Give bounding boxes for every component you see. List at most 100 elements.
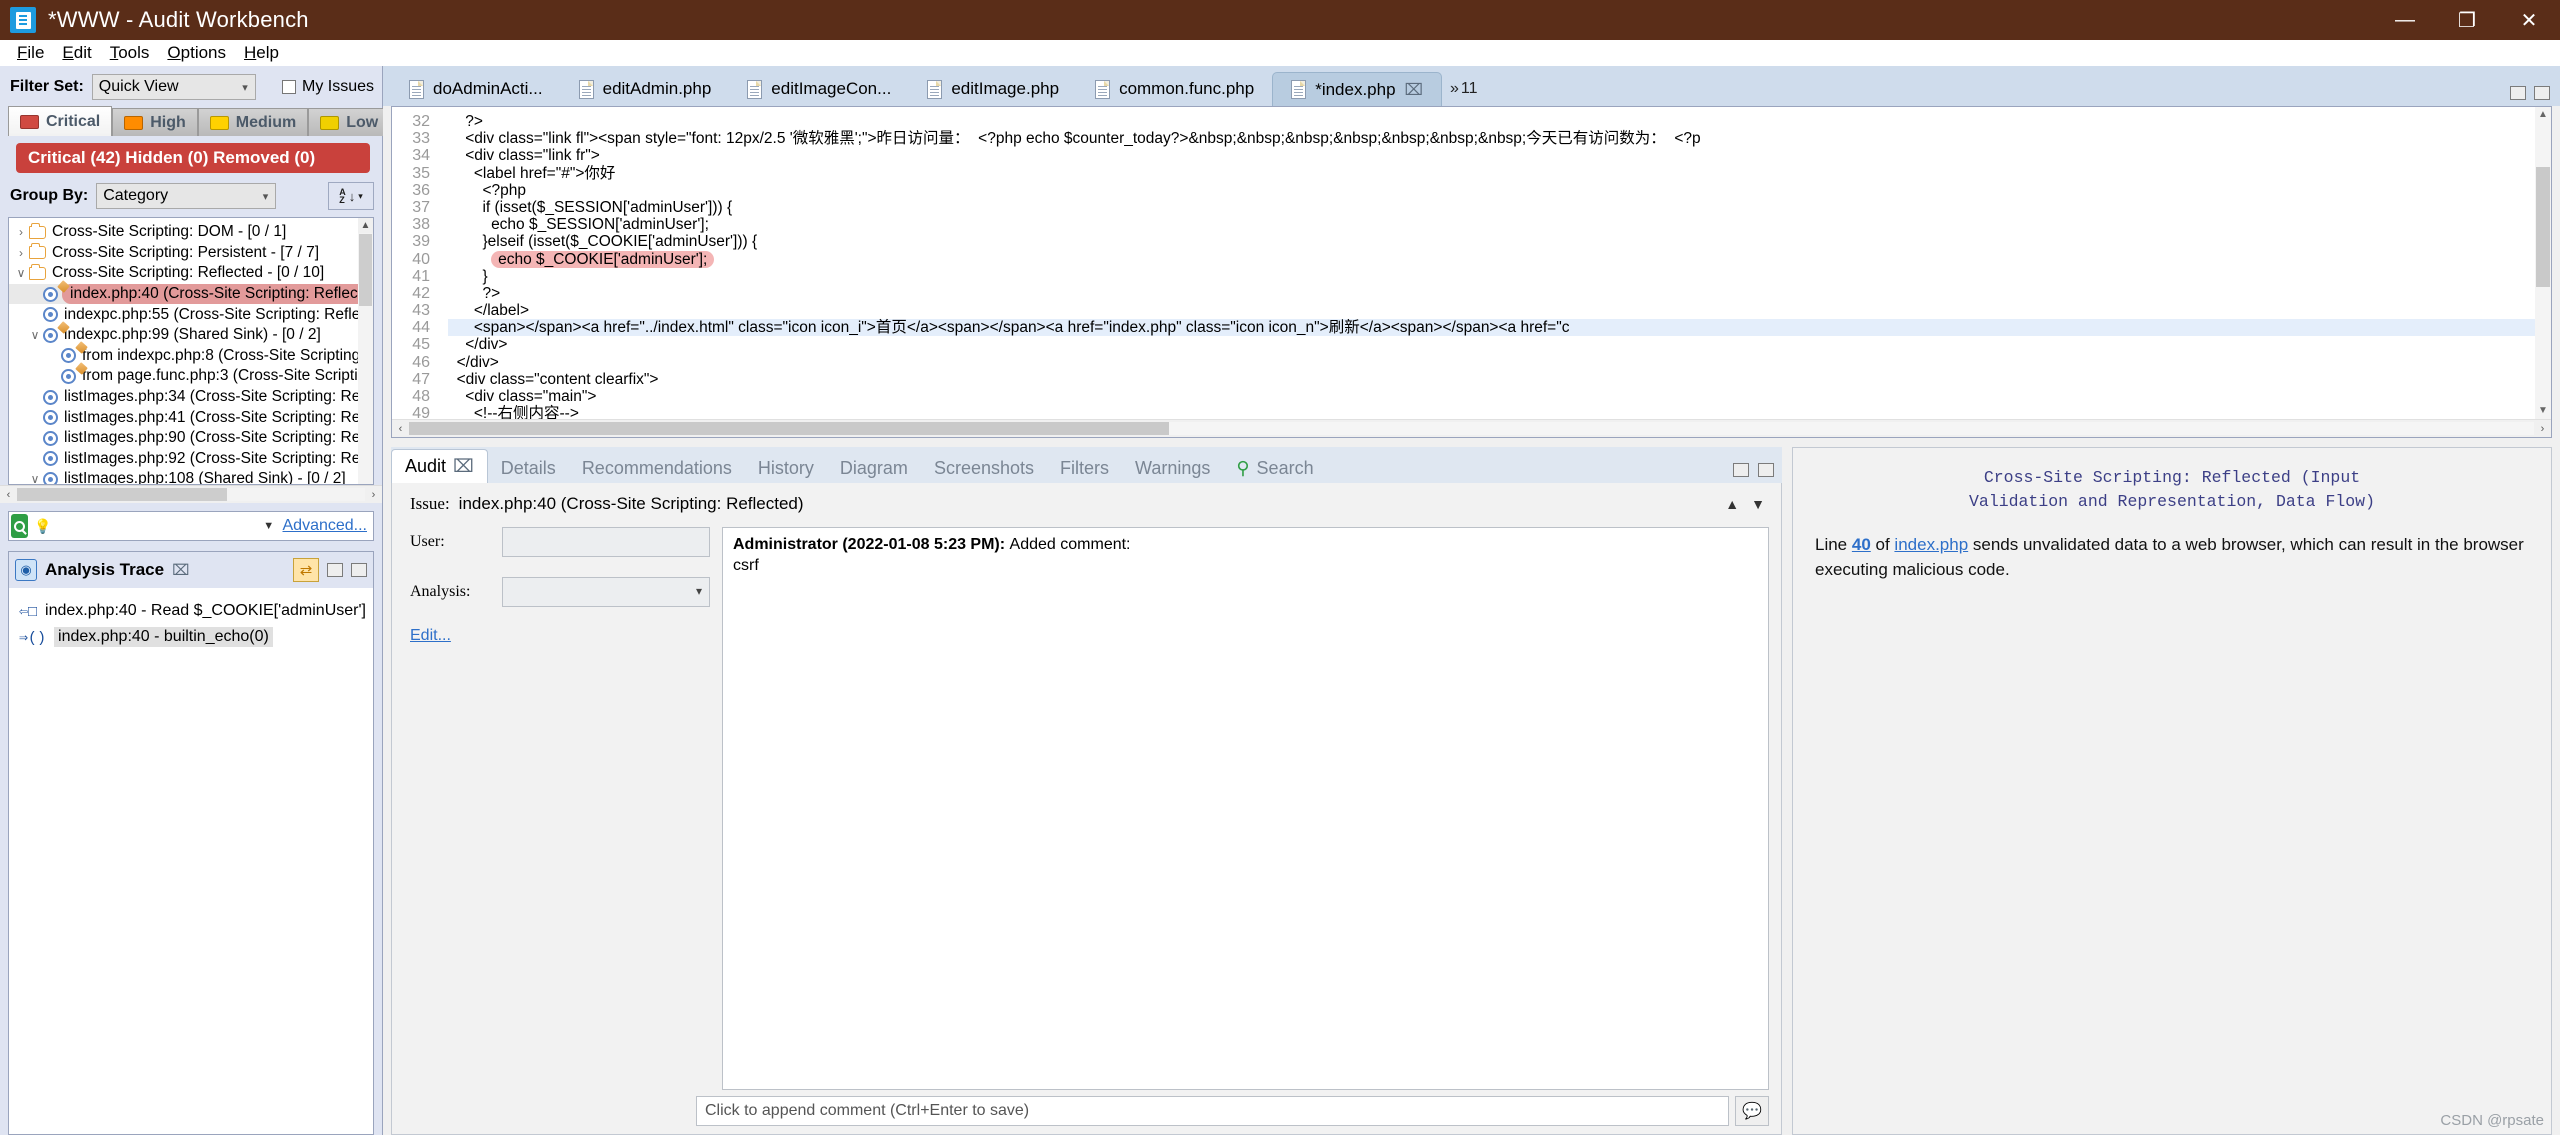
- edit-link[interactable]: Edit...: [410, 627, 451, 644]
- tree-item[interactable]: listImages.php:90 (Cross-Site Scripting:…: [9, 428, 373, 449]
- scroll-right-icon[interactable]: ›: [2534, 423, 2551, 435]
- trace-row[interactable]: ⇦□ index.php:40 - Read $_COOKIE['adminUse…: [19, 598, 373, 624]
- description-file-link[interactable]: index.php: [1894, 535, 1968, 554]
- code-line[interactable]: <div class="link fl"><span style="font: …: [448, 130, 2551, 147]
- audit-tab[interactable]: Screenshots: [921, 453, 1047, 483]
- code-line[interactable]: <div class="content clearfix">: [448, 371, 2551, 388]
- tab-high[interactable]: High: [112, 108, 198, 136]
- audit-tab[interactable]: Details: [488, 453, 569, 483]
- editor-minimize-icon[interactable]: [2510, 86, 2526, 100]
- audit-tab[interactable]: History: [745, 453, 827, 483]
- close-icon[interactable]: ⌧: [453, 456, 474, 477]
- code-editor[interactable]: 32 33 34 35 36 37 38 39 40 41 42 43 44 45 46 47 48 49 ?> …: [391, 106, 2552, 438]
- chevron-down-icon[interactable]: ∨: [27, 328, 43, 342]
- comment-add-icon[interactable]: 💬: [1735, 1096, 1769, 1126]
- tab-overflow-indicator[interactable]: » 11: [1442, 72, 1486, 106]
- editor-horizontal-scrollbar[interactable]: ‹ ›: [392, 419, 2551, 437]
- menu-help[interactable]: Help: [235, 43, 288, 63]
- code-line[interactable]: <label href="#">你好: [448, 165, 2551, 182]
- next-issue-button[interactable]: ▼: [1751, 496, 1765, 512]
- tab-low[interactable]: Low: [308, 108, 391, 136]
- search-input[interactable]: [51, 516, 255, 536]
- trace-row[interactable]: ⇒() index.php:40 - builtin_echo(0): [19, 624, 373, 650]
- audit-minimize-icon[interactable]: [1733, 463, 1749, 477]
- scroll-thumb[interactable]: [359, 234, 372, 306]
- hscroll-thumb[interactable]: [17, 488, 227, 501]
- tree-item[interactable]: index.php:40 (Cross-Site Scripting: Refl…: [9, 279, 373, 305]
- lightbulb-icon[interactable]: 💡: [34, 518, 51, 535]
- editor-vertical-scrollbar[interactable]: ▲ ▼: [2535, 107, 2551, 419]
- editor-tab[interactable]: common.func.php: [1077, 72, 1273, 106]
- code-line[interactable]: echo $_COOKIE['adminUser'];: [448, 250, 2551, 268]
- minimize-icon[interactable]: [327, 563, 343, 577]
- tree-item[interactable]: listImages.php:34 (Cross-Site Scripting:…: [9, 387, 373, 408]
- code-line[interactable]: }: [448, 268, 2551, 285]
- editor-tab[interactable]: editImage.php: [909, 72, 1078, 106]
- editor-tab[interactable]: *index.php ⌧: [1272, 72, 1442, 106]
- audit-tab[interactable]: Filters: [1047, 453, 1122, 483]
- tree-item[interactable]: from page.func.php:3 (Cross-Site Scripti…: [9, 362, 373, 387]
- tree-item[interactable]: ∨ indexpc.php:99 (Shared Sink) - [0 / 2]: [9, 320, 373, 346]
- editor-tab[interactable]: editAdmin.php: [560, 72, 730, 106]
- description-line-number[interactable]: 40: [1852, 535, 1871, 554]
- scroll-right-icon[interactable]: ›: [365, 489, 382, 501]
- maximize-icon[interactable]: [351, 563, 367, 577]
- menu-tools[interactable]: Tools: [101, 43, 159, 63]
- scroll-up-icon[interactable]: ▲: [358, 218, 373, 233]
- code-line[interactable]: }elseif (isset($_COOKIE['adminUser'])) {: [448, 233, 2551, 250]
- chevron-right-icon[interactable]: ›: [13, 225, 29, 239]
- code-line[interactable]: <?php: [448, 182, 2551, 199]
- filter-set-select[interactable]: Quick View ▾: [91, 74, 256, 100]
- audit-tab[interactable]: Audit ⌧: [391, 449, 488, 483]
- tree-vertical-scrollbar[interactable]: ▲: [358, 218, 373, 484]
- menu-edit[interactable]: Edit: [53, 43, 100, 63]
- sort-az-button[interactable]: AZ ↓ ▾: [328, 182, 374, 210]
- editor-tab[interactable]: editImageCon...: [729, 72, 910, 106]
- analysis-select[interactable]: ▾: [502, 577, 710, 607]
- code-line[interactable]: </div>: [448, 354, 2551, 371]
- swap-arrows-icon[interactable]: ⇄: [293, 558, 319, 582]
- previous-issue-button[interactable]: ▲: [1725, 496, 1739, 512]
- minimize-button[interactable]: —: [2374, 0, 2436, 40]
- chevron-right-icon[interactable]: ›: [13, 246, 29, 260]
- my-issues-checkbox[interactable]: My Issues: [281, 78, 374, 96]
- code-line[interactable]: <div class="main">: [448, 388, 2551, 405]
- tree-item[interactable]: listImages.php:92 (Cross-Site Scripting:…: [9, 449, 373, 470]
- tab-medium[interactable]: Medium: [197, 108, 309, 136]
- user-field[interactable]: [502, 527, 710, 557]
- editor-maximize-icon[interactable]: [2534, 86, 2550, 100]
- scroll-down-icon[interactable]: ▼: [2535, 403, 2551, 419]
- tree-item[interactable]: › Cross-Site Scripting: DOM - [0 / 1]: [9, 222, 373, 243]
- audit-maximize-icon[interactable]: [1758, 463, 1774, 477]
- code-area[interactable]: 32 33 34 35 36 37 38 39 40 41 42 43 44 45 46 47 48 49 ?> …: [392, 107, 2551, 419]
- editor-hscroll-track[interactable]: [409, 422, 2534, 435]
- group-by-select[interactable]: Category ▾: [96, 183, 277, 209]
- maximize-button[interactable]: ❐: [2436, 0, 2498, 40]
- tree-item[interactable]: ∨ listImages.php:108 (Shared Sink) - [0 /…: [9, 469, 373, 484]
- scroll-up-icon[interactable]: ▲: [2535, 107, 2551, 123]
- menu-options[interactable]: Options: [158, 43, 235, 63]
- editor-hscroll-thumb[interactable]: [409, 422, 1169, 435]
- audit-tab[interactable]: Warnings: [1122, 453, 1223, 483]
- code-content[interactable]: ?> <div class="link fl"><span style="fon…: [438, 107, 2551, 419]
- menu-file[interactable]: File: [8, 43, 53, 63]
- audit-tab[interactable]: ⚲ Search: [1223, 453, 1326, 483]
- editor-tab[interactable]: doAdminActi...: [391, 72, 561, 106]
- code-line[interactable]: </div>: [448, 336, 2551, 353]
- close-button[interactable]: ✕: [2498, 0, 2560, 40]
- checkbox-box[interactable]: [281, 80, 296, 94]
- code-line[interactable]: echo $_SESSION['adminUser'];: [448, 216, 2551, 233]
- code-line[interactable]: </label>: [448, 302, 2551, 319]
- scroll-thumb[interactable]: [2536, 167, 2550, 287]
- tree-item[interactable]: listImages.php:41 (Cross-Site Scripting:…: [9, 407, 373, 428]
- tree-item[interactable]: › Cross-Site Scripting: Persistent - [7 /…: [9, 243, 373, 264]
- code-line[interactable]: ?>: [448, 285, 2551, 302]
- code-line[interactable]: ?>: [448, 113, 2551, 130]
- code-line[interactable]: <div class="link fr">: [448, 147, 2551, 164]
- scroll-left-icon[interactable]: ‹: [0, 489, 17, 501]
- tab-critical[interactable]: Critical: [8, 106, 113, 136]
- scroll-left-icon[interactable]: ‹: [392, 423, 409, 435]
- code-line[interactable]: <span></span><a href="../index.html" cla…: [448, 319, 2551, 337]
- chevron-down-icon[interactable]: ∨: [27, 472, 43, 484]
- search-dropdown-icon[interactable]: ▼: [261, 520, 277, 532]
